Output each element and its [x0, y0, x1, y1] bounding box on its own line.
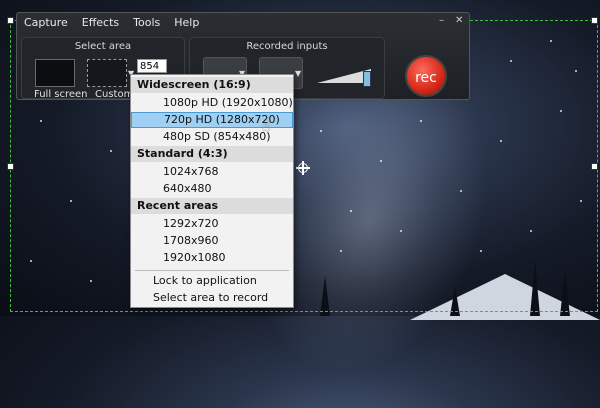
lock-to-application[interactable]: Lock to application: [131, 273, 293, 289]
custom-label: Custom: [95, 89, 134, 100]
option-recent-1708x960[interactable]: 1708x960: [131, 233, 293, 249]
hand-pointer-icon: ☝: [262, 119, 271, 135]
resize-handle-top-left[interactable]: [7, 17, 14, 24]
rec-button[interactable]: rec: [405, 55, 447, 97]
standard-header: Standard (4:3): [131, 146, 293, 162]
menu-bar: Capture Effects Tools Help: [17, 13, 469, 31]
resize-handle-middle-right[interactable]: [591, 163, 598, 170]
resize-handle-top-right[interactable]: [591, 17, 598, 24]
fullscreen-button[interactable]: [35, 59, 75, 87]
menu-effects[interactable]: Effects: [75, 16, 126, 29]
area-size-dropdown: Widescreen (16:9) 1080p HD (1920x1080) 7…: [130, 74, 294, 308]
close-button[interactable]: ✕: [455, 15, 463, 26]
recent-header: Recent areas: [131, 198, 293, 214]
option-1080p[interactable]: 1080p HD (1920x1080): [131, 95, 293, 111]
menu-help[interactable]: Help: [167, 16, 206, 29]
menu-tools[interactable]: Tools: [126, 16, 167, 29]
minimize-button[interactable]: –: [439, 15, 444, 26]
recorded-inputs-title: Recorded inputs: [246, 41, 328, 52]
menu-capture[interactable]: Capture: [17, 16, 75, 29]
volume-slider-thumb[interactable]: [363, 71, 371, 87]
option-1024x768[interactable]: 1024x768: [131, 164, 293, 180]
option-recent-1292x720[interactable]: 1292x720: [131, 216, 293, 232]
crosshair-icon[interactable]: [296, 161, 310, 175]
resize-handle-middle-left[interactable]: [7, 163, 14, 170]
fullscreen-label: Full screen: [34, 89, 88, 100]
option-640x480[interactable]: 640x480: [131, 181, 293, 197]
select-area-title: Select area: [74, 41, 132, 52]
dropdown-separator: [135, 270, 289, 271]
option-recent-1920x1080[interactable]: 1920x1080: [131, 250, 293, 266]
width-input[interactable]: 854: [137, 59, 167, 73]
custom-area-button[interactable]: [87, 59, 127, 87]
select-area-to-record[interactable]: Select area to record: [131, 290, 293, 306]
audio-dropdown-arrow-icon[interactable]: ▼: [295, 69, 301, 78]
widescreen-header: Widescreen (16:9): [131, 77, 293, 93]
